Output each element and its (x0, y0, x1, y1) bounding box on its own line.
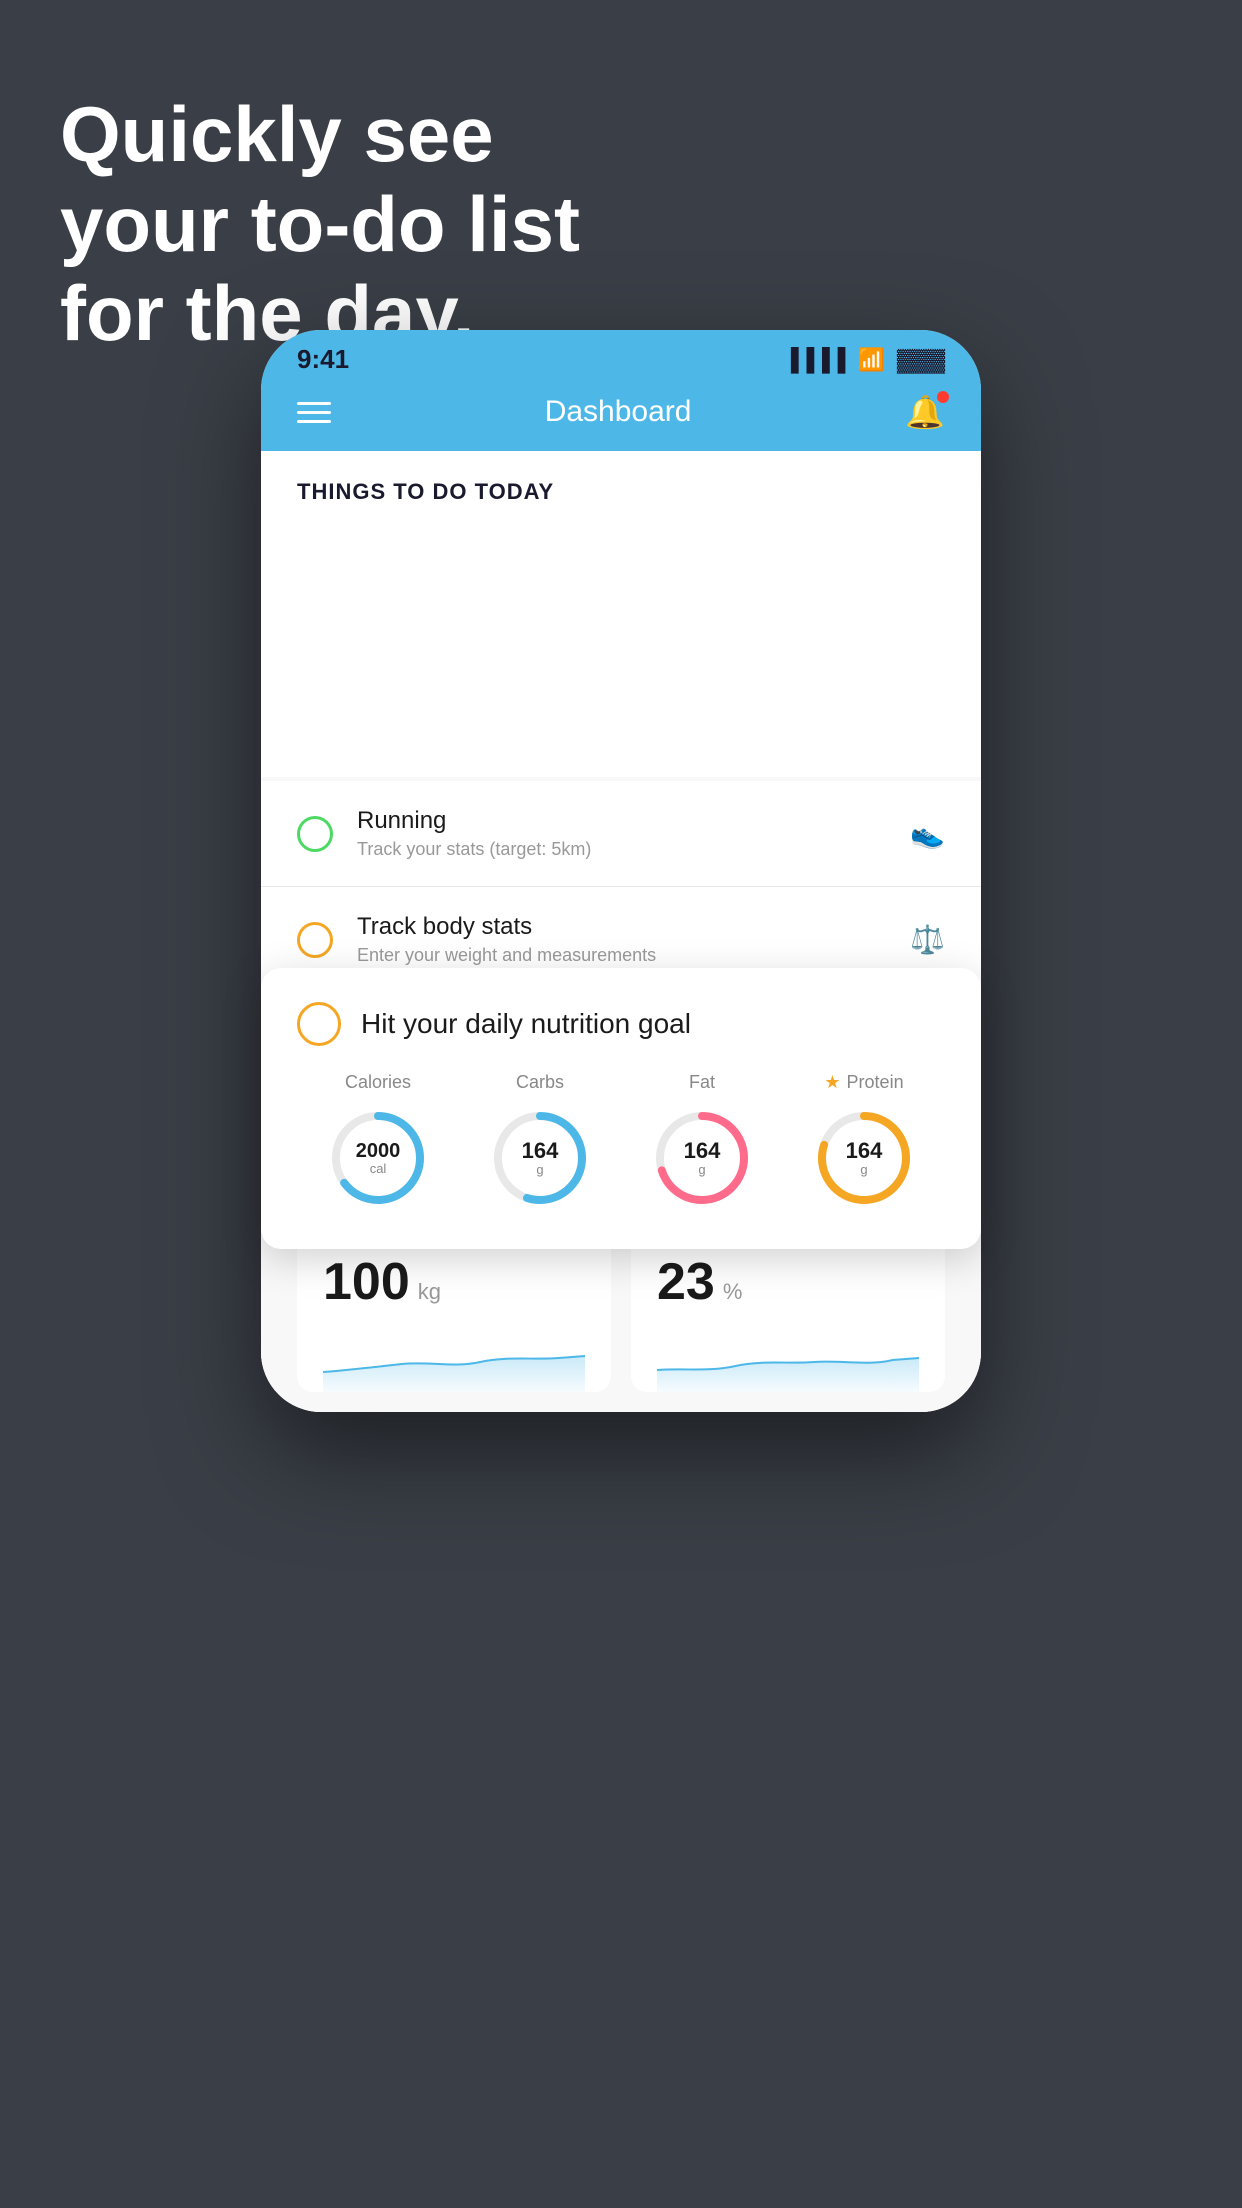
battery-icon: ▓▓▓ (897, 347, 945, 373)
protein-unit: g (846, 1163, 883, 1177)
status-time: 9:41 (297, 344, 349, 375)
fat-number: 23 (657, 1252, 715, 1312)
protein-label: ★ Protein (824, 1072, 903, 1093)
fat-chart (657, 1332, 919, 1392)
calories-value: 2000 (356, 1140, 401, 1162)
todo-text-running: Running Track your stats (target: 5km) (357, 807, 886, 860)
calories-label: Calories (345, 1072, 411, 1093)
notification-dot (937, 391, 949, 403)
weight-chart (323, 1332, 585, 1392)
fat-donut-value: 164 (684, 1139, 721, 1163)
carbs-label: Carbs (516, 1072, 564, 1093)
status-bar: 9:41 ▐▐▐▐ 📶 ▓▓▓ (261, 330, 981, 383)
nutrition-card-header: Hit your daily nutrition goal (297, 1002, 945, 1046)
todo-circle-running (297, 816, 333, 852)
nutrition-card-title: Hit your daily nutrition goal (361, 1008, 691, 1040)
calories-unit: cal (356, 1162, 401, 1176)
calories-donut: 2000 cal (323, 1103, 433, 1213)
fat-donut: 164 g (647, 1103, 757, 1213)
things-section-title: THINGS TO DO TODAY (297, 479, 945, 505)
star-icon: ★ (824, 1072, 840, 1093)
nav-title: Dashboard (545, 395, 692, 429)
scale-icon: ⚖️ (910, 923, 945, 956)
things-section-header: THINGS TO DO TODAY (261, 451, 981, 517)
stat-carbs: Carbs 164 g (485, 1072, 595, 1213)
wifi-icon: 📶 (857, 347, 884, 373)
stat-calories: Calories 2000 cal (323, 1072, 433, 1213)
progress-weight-value: 100 kg (323, 1252, 585, 1312)
todo-title-body-stats: Track body stats (357, 913, 886, 941)
todo-text-body-stats: Track body stats Enter your weight and m… (357, 913, 886, 966)
carbs-unit: g (522, 1163, 559, 1177)
nav-bar: Dashboard 🔔 (261, 383, 981, 451)
todo-subtitle-body-stats: Enter your weight and measurements (357, 945, 886, 966)
phone-mockup: 9:41 ▐▐▐▐ 📶 ▓▓▓ Dashboard 🔔 THINGS TO DO… (261, 330, 981, 1412)
nutrition-check-circle (297, 1002, 341, 1046)
todo-subtitle-running: Track your stats (target: 5km) (357, 839, 886, 860)
todo-title-running: Running (357, 807, 886, 835)
stat-protein: ★ Protein 164 g (809, 1072, 919, 1213)
weight-number: 100 (323, 1252, 410, 1312)
hamburger-menu-icon[interactable] (297, 402, 331, 423)
notification-bell-wrapper[interactable]: 🔔 (905, 393, 945, 431)
page-headline: Quickly see your to-do list for the day. (60, 90, 580, 359)
stat-fat: Fat 164 g (647, 1072, 757, 1213)
todo-item-running[interactable]: Running Track your stats (target: 5km) 👟 (261, 781, 981, 887)
app-content: THINGS TO DO TODAY Running Track your st… (261, 451, 981, 1412)
status-icons: ▐▐▐▐ 📶 ▓▓▓ (783, 347, 945, 373)
nutrition-card-spacer (261, 517, 981, 777)
todo-circle-body-stats (297, 922, 333, 958)
carbs-donut: 164 g (485, 1103, 595, 1213)
nutrition-card[interactable]: Hit your daily nutrition goal Calories 2… (261, 968, 981, 1249)
nutrition-stats: Calories 2000 cal Carbs (297, 1072, 945, 1213)
protein-donut: 164 g (809, 1103, 919, 1213)
fat-donut-unit: g (684, 1163, 721, 1177)
carbs-value: 164 (522, 1139, 559, 1163)
running-icon: 👟 (910, 817, 945, 850)
fat-label: Fat (689, 1072, 715, 1093)
protein-value: 164 (846, 1139, 883, 1163)
weight-unit: kg (418, 1279, 441, 1305)
fat-unit: % (723, 1279, 743, 1305)
progress-fat-value: 23 % (657, 1252, 919, 1312)
signal-icon: ▐▐▐▐ (783, 347, 845, 373)
